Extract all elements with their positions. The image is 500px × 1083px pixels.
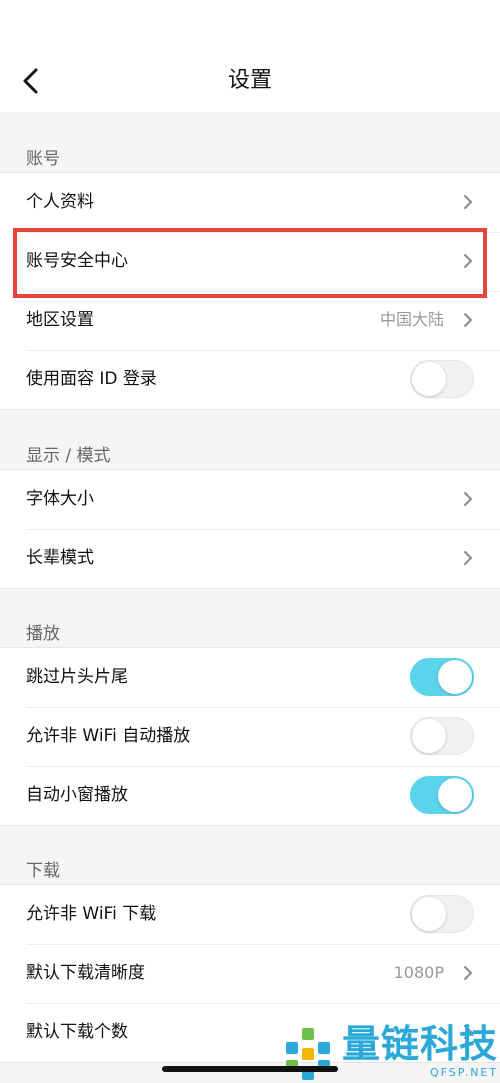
download-quality-value: 1080P xyxy=(393,963,444,982)
row-label: 长辈模式 xyxy=(26,548,94,568)
row-font-size[interactable]: 字体大小 xyxy=(0,470,500,529)
section-label-playback: 播放 xyxy=(26,624,60,644)
row-download-quality[interactable]: 默认下载清晰度 1080P xyxy=(0,944,500,1003)
display-group: 字体大小 长辈模式 xyxy=(0,469,500,589)
row-label: 跳过片头片尾 xyxy=(26,667,128,687)
row-label: 字体大小 xyxy=(26,489,94,509)
section-label-account: 账号 xyxy=(26,149,60,169)
home-indicator xyxy=(162,1066,338,1072)
annotation-highlight-box xyxy=(13,228,487,298)
toggle-knob xyxy=(438,778,472,812)
section-label-display: 显示 / 模式 xyxy=(26,446,111,466)
row-label: 默认下载个数 xyxy=(26,1022,128,1042)
page-title: 设置 xyxy=(227,68,272,93)
mini-window-toggle[interactable] xyxy=(410,776,474,814)
chevron-right-icon xyxy=(464,195,472,209)
chevron-right-icon xyxy=(464,313,472,327)
row-label: 允许非 WiFi 下载 xyxy=(26,904,157,924)
chevron-right-icon xyxy=(464,551,472,565)
row-label: 使用面容 ID 登录 xyxy=(26,369,157,389)
watermark-text: 量链科技 xyxy=(342,1022,499,1066)
row-skip-intro: 跳过片头片尾 xyxy=(0,648,500,707)
row-download-non-wifi: 允许非 WiFi 下载 xyxy=(0,885,500,944)
row-elder-mode[interactable]: 长辈模式 xyxy=(0,529,500,588)
row-label: 自动小窗播放 xyxy=(26,785,128,805)
download-non-wifi-toggle[interactable] xyxy=(410,895,474,933)
toggle-knob xyxy=(412,362,446,396)
watermark: 量链科技 QFSP.NET xyxy=(280,1022,500,1083)
row-face-id-login: 使用面容 ID 登录 xyxy=(0,350,500,409)
row-auto-mini-window: 自动小窗播放 xyxy=(0,766,500,825)
toggle-knob xyxy=(412,897,446,931)
row-label: 地区设置 xyxy=(26,310,94,330)
chevron-right-icon xyxy=(464,966,472,980)
watermark-subtext: QFSP.NET xyxy=(430,1066,499,1079)
toggle-knob xyxy=(412,719,446,753)
nav-header: 设置 xyxy=(0,0,500,112)
row-label: 默认下载清晰度 xyxy=(26,963,145,983)
row-autoplay-non-wifi: 允许非 WiFi 自动播放 xyxy=(0,707,500,766)
playback-group: 跳过片头片尾 允许非 WiFi 自动播放 自动小窗播放 xyxy=(0,647,500,826)
watermark-logo-icon xyxy=(286,1028,330,1080)
skip-intro-toggle[interactable] xyxy=(410,658,474,696)
chevron-right-icon xyxy=(464,492,472,506)
toggle-knob xyxy=(438,660,472,694)
section-label-download: 下载 xyxy=(26,861,60,881)
row-label: 允许非 WiFi 自动播放 xyxy=(26,726,191,746)
row-label: 个人资料 xyxy=(26,192,94,212)
row-region[interactable]: 地区设置 中国大陆 xyxy=(0,291,500,350)
face-id-toggle[interactable] xyxy=(410,360,474,398)
autoplay-non-wifi-toggle[interactable] xyxy=(410,717,474,755)
region-value: 中国大陆 xyxy=(379,310,444,329)
row-profile[interactable]: 个人资料 xyxy=(0,173,500,232)
